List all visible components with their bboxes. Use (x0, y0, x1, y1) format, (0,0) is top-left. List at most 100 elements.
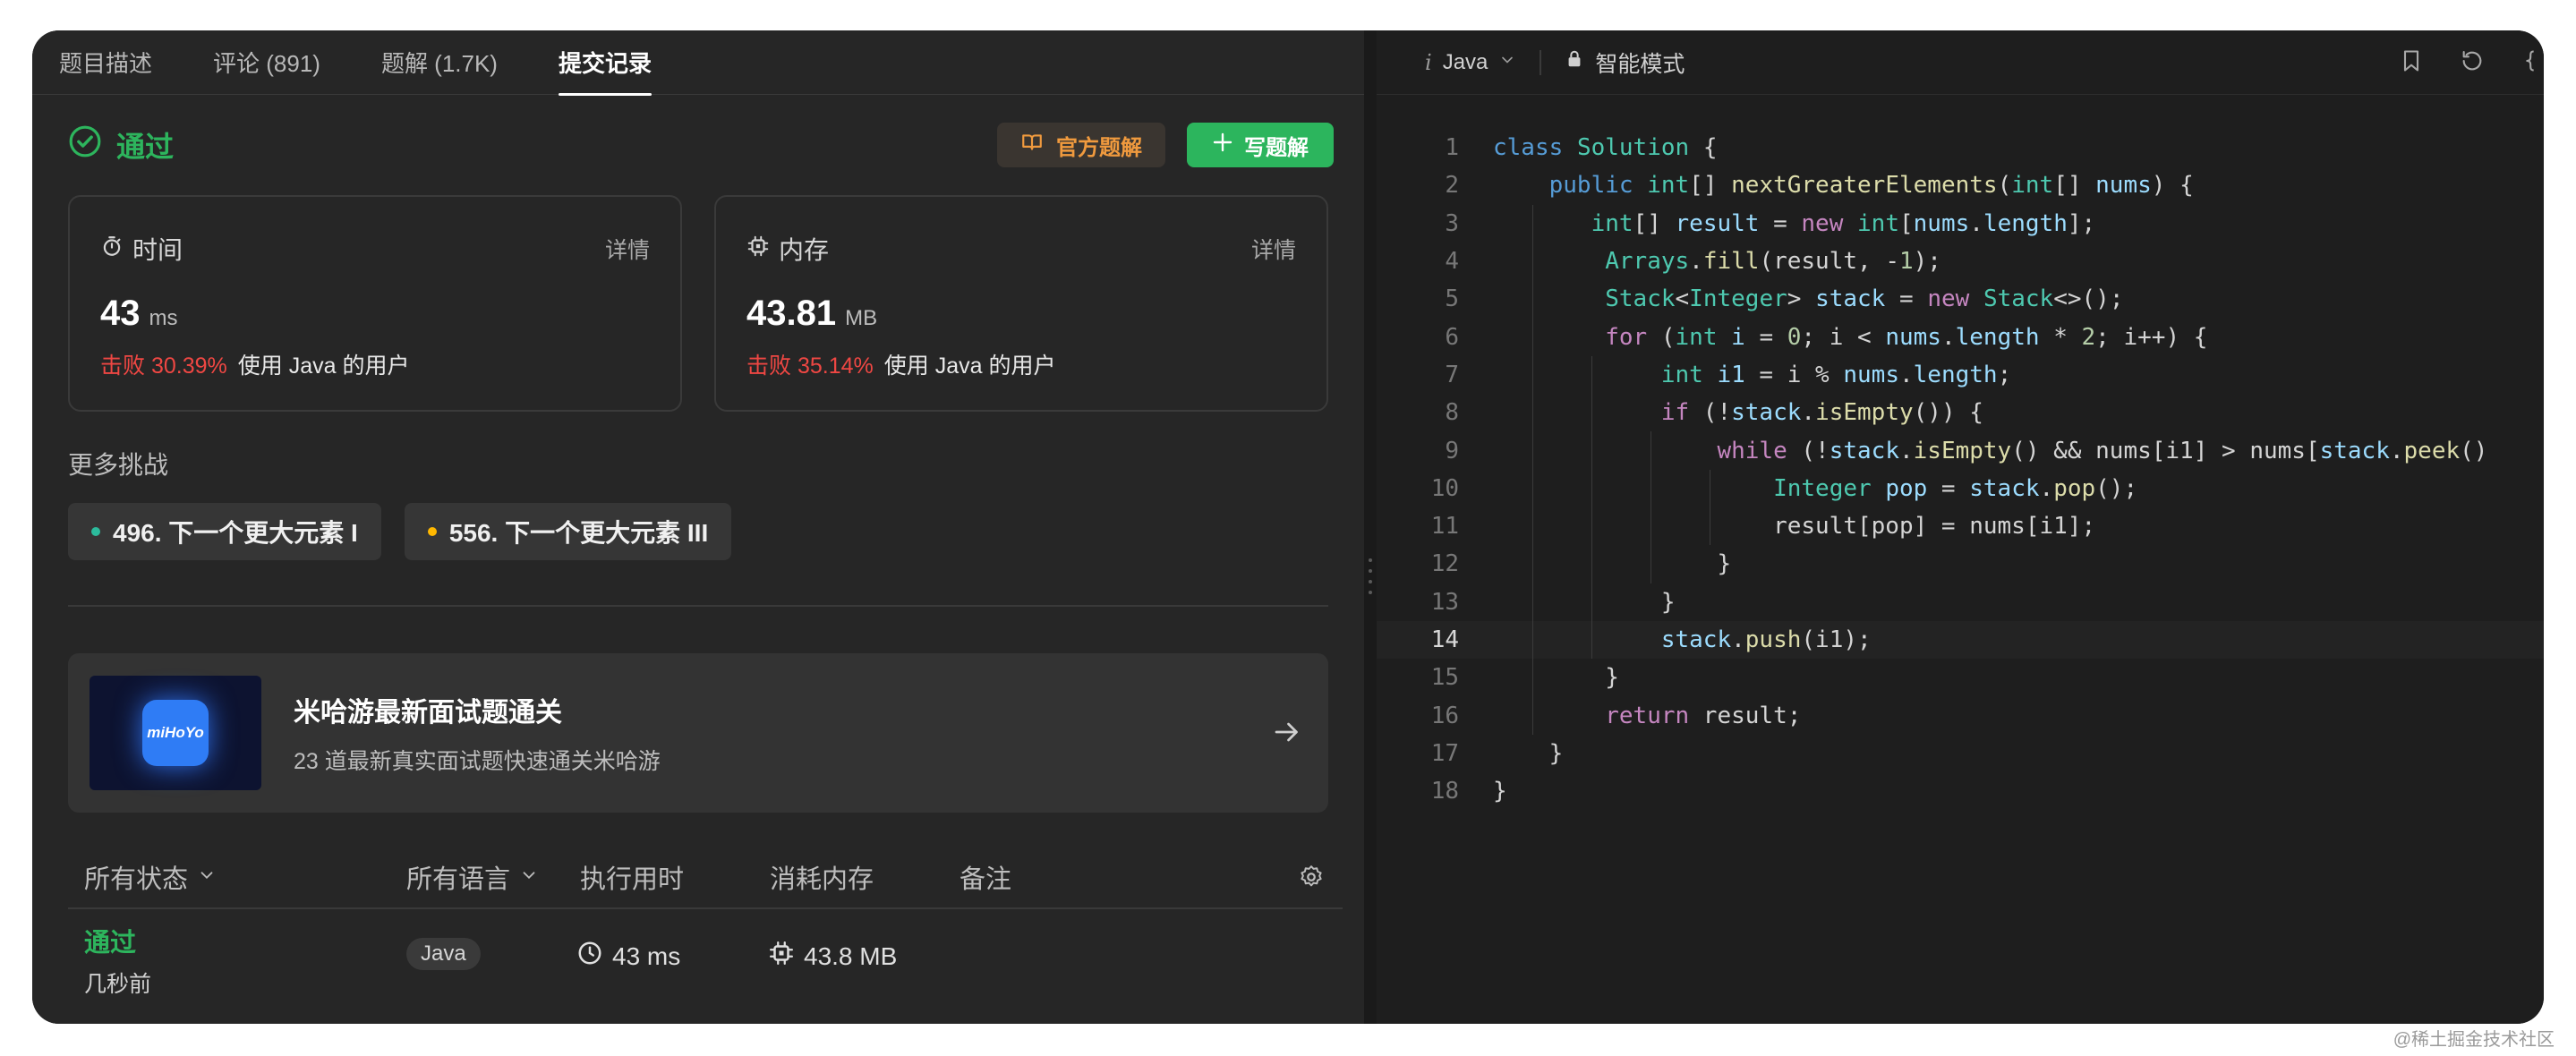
line-number: 14 (1430, 626, 1459, 653)
promo-text: 米哈游最新面试题通关 23 道最新真实面试题快速通关米哈游 (294, 690, 661, 776)
line-number: 15 (1430, 664, 1459, 692)
result-header: 通过 官方题解 写题解 (68, 95, 1334, 195)
left-panel: 题目描述 评论 (891) 题解 (1.7K) 提交记录 通过 官方题解 写题解… (32, 30, 1364, 1024)
runtime-card[interactable]: 时间 详情 43 ms 击败 30.39% 使用 Java 的用户 (68, 195, 682, 412)
tab-description[interactable]: 题目描述 (59, 30, 152, 95)
runtime-detail-link[interactable]: 详情 (605, 233, 650, 265)
settings-gear-icon[interactable] (1298, 864, 1325, 890)
code-line: 6 for (int i = 0; i < nums.length * 2; i… (1377, 318, 2544, 356)
line-number: 6 (1445, 323, 1459, 351)
promo-image: miHoYo (90, 676, 261, 790)
more-challenges-title: 更多挑战 (68, 451, 169, 479)
code-text: int i1 = i % nums.length; (1660, 361, 2012, 388)
book-icon (1020, 131, 1044, 160)
smart-mode-toggle[interactable]: 智能模式 (1565, 47, 1685, 79)
table-row[interactable]: 通过 几秒前 Java 43 ms 43.8 MB (68, 909, 1343, 997)
line-number: 10 (1430, 474, 1459, 502)
code-text: } (1493, 588, 1676, 616)
memory-card-header: 内存 (746, 231, 1296, 267)
code-line: 11 result[pop] = nums[i1]; (1377, 507, 2544, 546)
code-text: while (!stack.isEmpty() && nums[i1] > nu… (1717, 437, 2488, 464)
write-solution-button[interactable]: 写题解 (1187, 123, 1334, 167)
challenge-label: 556. 下一个更大元素 III (448, 519, 709, 547)
tab-submissions[interactable]: 提交记录 (558, 30, 653, 96)
status-filter-label: 所有状态 (84, 865, 189, 894)
code-text: } (1493, 664, 1619, 692)
code-text: } (1493, 778, 1507, 805)
runtime-value: 43 ms (100, 294, 650, 334)
line-number: 1 (1445, 134, 1459, 162)
row-language-badge: Java (406, 938, 481, 970)
status-text: 通过 (116, 131, 175, 163)
plus-icon (1212, 132, 1233, 159)
panel-resize-handle[interactable] (1364, 30, 1377, 1024)
code-line: 18 } (1377, 772, 2544, 810)
code-text: Arrays.fill(result, -1); (1605, 248, 1941, 276)
runtime-number: 43 (100, 294, 141, 333)
difficulty-dot (91, 527, 100, 536)
chevron-down-icon (519, 863, 539, 892)
runtime-unit: ms (149, 306, 178, 330)
drag-grip-icon (1369, 558, 1372, 594)
memory-card[interactable]: 内存 详情 43.81 MB 击败 35.14% 使用 Java 的用户 (714, 195, 1328, 412)
line-number: 12 (1430, 550, 1459, 578)
clock-icon (576, 940, 603, 973)
tab-solutions[interactable]: 题解 (1.7K) (381, 30, 498, 95)
notes-header: 备注 (960, 865, 1012, 894)
challenge-label: 496. 下一个更大元素 I (113, 519, 358, 547)
row-memory: 43.8 MB (768, 940, 897, 973)
braces-icon[interactable] (2521, 48, 2538, 78)
official-solution-button[interactable]: 官方题解 (997, 123, 1165, 167)
code-text: result[pop] = nums[i1]; (1493, 513, 2096, 541)
status-filter[interactable]: 所有状态 (84, 858, 217, 896)
reset-icon[interactable] (2460, 48, 2485, 78)
row-status-text[interactable]: 通过 (84, 922, 151, 959)
stopwatch-icon (100, 234, 124, 264)
row-submit-time: 几秒前 (84, 972, 152, 997)
arrow-right-icon[interactable] (1271, 716, 1303, 753)
line-number: 16 (1430, 702, 1459, 729)
language-select[interactable]: i Java (1425, 50, 1516, 75)
memory-detail-link[interactable]: 详情 (1251, 233, 1296, 265)
code-text: public int[] nextGreaterElements(int[] n… (1548, 172, 2194, 200)
memory-title: 内存 (779, 236, 830, 264)
code-text: if (!stack.isEmpty()) { (1660, 399, 1983, 427)
difficulty-dot (427, 527, 437, 536)
code-line: 2 public int[] nextGreaterElements(int[]… (1377, 166, 2544, 204)
line-number: 5 (1445, 285, 1459, 313)
row-status: 通过 几秒前 (84, 922, 151, 999)
row-runtime: 43 ms (576, 940, 680, 973)
line-number: 7 (1445, 361, 1459, 388)
code-line: 8 if (!stack.isEmpty()) { (1377, 394, 2544, 432)
lock-icon (1565, 49, 1584, 75)
line-number: 2 (1445, 172, 1459, 200)
section-divider (68, 605, 1328, 607)
code-line: 17 } (1377, 735, 2544, 772)
accepted-status: 通过 (68, 124, 174, 166)
row-runtime-value: 43 ms (612, 941, 681, 970)
memory-beat: 击败 35.14% 使用 Java 的用户 (746, 348, 1296, 380)
bookmark-icon[interactable] (2399, 48, 2424, 78)
code-text: for (int i = 0; i < nums.length * 2; i++… (1605, 323, 2208, 351)
toolbar-separator (1540, 49, 1542, 75)
code-text: Stack<Integer> stack = new Stack<>(); (1605, 285, 2124, 313)
promo-title: 米哈游最新面试题通关 (294, 698, 562, 728)
row-memory-value: 43.8 MB (804, 941, 898, 970)
chevron-down-icon (197, 863, 217, 892)
code-area[interactable]: 1 class Solution { 2 public int[] nextGr… (1377, 129, 2544, 810)
runtime-beat: 击败 30.39% 使用 Java 的用户 (100, 348, 650, 380)
more-challenges-list: 496. 下一个更大元素 I 556. 下一个更大元素 III (68, 503, 1328, 560)
promo-banner[interactable]: miHoYo 米哈游最新面试题通关 23 道最新真实面试题快速通关米哈游 (68, 653, 1328, 813)
challenge-chip[interactable]: 556. 下一个更大元素 III (404, 503, 732, 560)
code-line: 7 int i1 = i % nums.length; (1377, 355, 2544, 395)
tab-comments[interactable]: 评论 (891) (213, 30, 320, 95)
language-filter[interactable]: 所有语言 (406, 858, 539, 896)
chip-icon (768, 940, 795, 973)
code-text: } (1493, 739, 1564, 767)
app-window: 题目描述 评论 (891) 题解 (1.7K) 提交记录 通过 官方题解 写题解… (32, 30, 2544, 1024)
memory-number: 43.81 (746, 294, 837, 333)
challenge-chip[interactable]: 496. 下一个更大元素 I (68, 503, 381, 560)
smart-mode-label: 智能模式 (1595, 51, 1685, 77)
memory-beat-suffix: 使用 Java 的用户 (883, 353, 1056, 379)
code-line: 10 Integer pop = stack.pop(); (1377, 469, 2544, 507)
